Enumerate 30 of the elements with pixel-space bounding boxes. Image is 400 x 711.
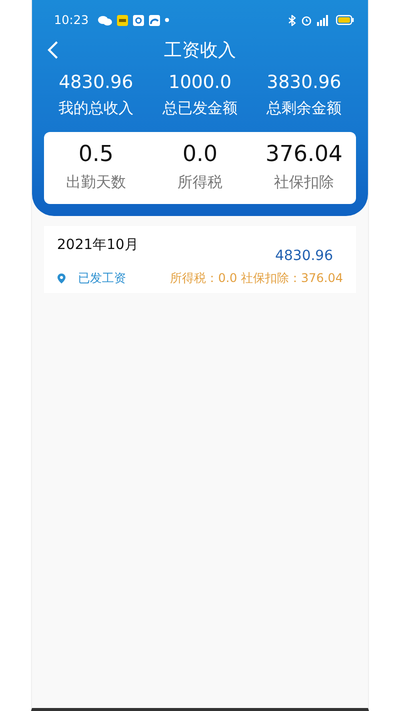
page-title: 工资收入 (164, 39, 236, 62)
record-status: 已发工资 (78, 270, 126, 287)
stat-label: 社保扣除 (274, 173, 334, 192)
stat-value: 0.0 (182, 142, 218, 167)
chat-icon (98, 14, 112, 26)
summary-value: 1000.0 (168, 72, 232, 93)
app-icon (132, 14, 144, 26)
location-pin-icon (57, 273, 66, 284)
stat-label: 出勤天数 (66, 173, 126, 192)
dot-icon (164, 18, 169, 22)
stat-value: 0.5 (78, 142, 114, 167)
summary-label: 我的总收入 (58, 99, 134, 118)
battery-icon (336, 15, 354, 25)
app-icon (116, 14, 128, 26)
summary-label: 总已发金额 (162, 99, 238, 118)
summary-label: 总剩余金额 (266, 99, 342, 118)
record-detail: 所得税：0.0 社保扣除：376.04 (170, 270, 343, 287)
summary-value: 3830.96 (266, 72, 342, 93)
record-card[interactable]: 2021年10月 4830.96 已发工资 所得税：0.0 社保扣除：376.04 (44, 226, 356, 293)
alarm-icon (301, 14, 312, 26)
signal-icon (317, 14, 331, 26)
back-icon[interactable] (46, 40, 60, 60)
record-amount: 4830.96 (275, 248, 333, 264)
app-icon (148, 14, 160, 26)
summary-value: 4830.96 (58, 72, 134, 93)
bluetooth-icon (288, 14, 296, 26)
stat-value: 376.04 (266, 142, 342, 167)
record-month: 2021年10月 (57, 236, 138, 255)
status-time: 10:23 (54, 13, 89, 27)
stat-label: 所得税 (178, 173, 222, 192)
